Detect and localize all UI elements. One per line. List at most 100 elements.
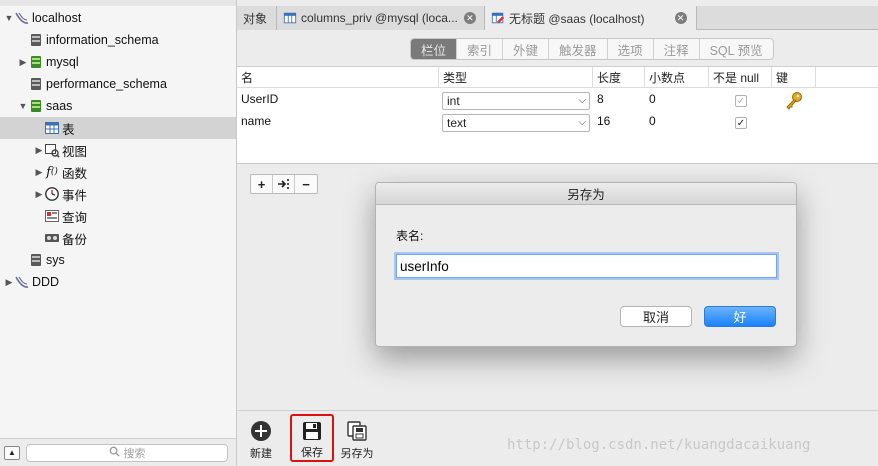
sidebar-footer: ▲ 搜索	[0, 438, 236, 466]
sidebar-item-label: 函数	[62, 166, 88, 181]
sidebar-item-label: DDD	[32, 275, 60, 289]
field-length-cell[interactable]: 16	[597, 114, 610, 128]
view-icon	[44, 142, 60, 158]
save-label: 保存	[301, 447, 323, 459]
field-name-cell[interactable]: UserID	[241, 92, 278, 106]
table-icon	[283, 11, 297, 25]
not-null-checkbox[interactable]: ✓	[735, 117, 747, 129]
sidebar-item-label: 备份	[62, 232, 88, 247]
column-header-name[interactable]: 名	[237, 67, 439, 87]
database-icon	[28, 32, 44, 48]
column-header-type[interactable]: 类型	[439, 67, 593, 87]
close-tab-icon[interactable]: ✕	[463, 12, 476, 24]
sidebar-top-strip	[0, 0, 236, 6]
tab-label: 无标题 @saas (localhost)	[509, 11, 645, 26]
database-icon	[28, 76, 44, 92]
tab-objects[interactable]: 对象	[237, 6, 277, 30]
primary-key-icon[interactable]	[784, 90, 804, 113]
sidebar-item-label: information_schema	[46, 33, 159, 47]
sidebar-item-saas[interactable]: ▼ saas	[0, 95, 236, 117]
save-as-icon	[345, 419, 369, 443]
server-icon	[14, 10, 30, 26]
collapsed-triangle-icon[interactable]: ▶	[34, 145, 44, 156]
sidebar-item-mysql[interactable]: ▶ mysql	[0, 51, 236, 73]
sidebar-item-label: sys	[46, 253, 65, 267]
server-icon	[14, 274, 30, 290]
bottom-toolbar: 新建 保存 另存为 http://blog.csdn.net/kuangdaca…	[237, 410, 878, 466]
new-label: 新建	[250, 448, 272, 460]
sidebar-item-tables[interactable]: 表	[0, 117, 236, 139]
field-name-cell[interactable]: name	[241, 114, 271, 128]
search-placeholder: 搜索	[123, 447, 146, 460]
tab-label: 对象	[243, 11, 268, 26]
watermark-text: http://blog.csdn.net/kuangdacaikuang	[507, 437, 811, 453]
tab-label: columns_priv @mysql (loca...	[301, 11, 458, 25]
column-header-decimals[interactable]: 小数点	[645, 67, 709, 87]
cancel-button[interactable]: 取消	[620, 306, 692, 327]
close-tab-icon[interactable]: ✕	[674, 12, 687, 24]
segment-foreign-keys[interactable]: 外键	[503, 39, 550, 59]
sidebar-item-sys[interactable]: sys	[0, 249, 236, 271]
tab-columns-priv[interactable]: columns_priv @mysql (loca... ✕	[277, 6, 485, 30]
save-as-dialog: 另存为 表名: 取消 好	[375, 182, 797, 347]
sidebar-item-performance-schema[interactable]: performance_schema	[0, 73, 236, 95]
expanded-triangle-icon[interactable]: ▼	[18, 101, 28, 111]
sidebar-search-input[interactable]: 搜索	[26, 443, 228, 462]
database-icon	[28, 54, 44, 70]
table-edit-icon	[491, 11, 505, 25]
sidebar-item-label: 表	[62, 122, 75, 137]
field-type-select[interactable]: text ⌵	[442, 114, 590, 132]
sidebar-item-ddd[interactable]: ▶ DDD	[0, 271, 236, 293]
sidebar-item-label: performance_schema	[46, 77, 167, 91]
segment-options[interactable]: 选项	[608, 39, 654, 59]
save-as-label: 另存为	[340, 448, 374, 460]
segment-fields[interactable]: 栏位	[411, 39, 458, 59]
segment-comment[interactable]: 注释	[654, 39, 700, 59]
tab-untitled-saas[interactable]: 无标题 @saas (localhost) ✕	[485, 6, 697, 30]
backup-icon	[44, 230, 60, 246]
sidebar-item-backups[interactable]: 备份	[0, 227, 236, 249]
sidebar-item-information-schema[interactable]: information_schema	[0, 29, 236, 51]
sidebar-item-queries[interactable]: 查询	[0, 205, 236, 227]
field-decimals-cell[interactable]: 0	[649, 92, 656, 106]
field-type-value: int	[447, 94, 460, 108]
column-header-length[interactable]: 长度	[593, 67, 645, 87]
save-button[interactable]: 保存	[290, 414, 334, 462]
sidebar-item-events[interactable]: ▶ 事件	[0, 183, 236, 205]
new-button[interactable]: 新建	[239, 415, 283, 463]
sidebar-item-views[interactable]: ▶ 视图	[0, 139, 236, 161]
chevron-down-icon: ⌵	[578, 117, 586, 128]
column-header-key[interactable]: 键	[772, 67, 816, 87]
plus-circle-icon	[249, 419, 273, 443]
field-type-select[interactable]: int ⌵	[442, 92, 590, 110]
sidebar-item-functions[interactable]: ▶ f() 函数	[0, 161, 236, 183]
sidebar-item-label: localhost	[32, 11, 82, 25]
table-icon	[44, 120, 60, 136]
remove-field-button[interactable]: −	[295, 175, 317, 193]
segment-indexes[interactable]: 索引	[457, 39, 504, 59]
sidebar-item-localhost[interactable]: ▼ localhost	[0, 7, 236, 29]
sidebar-item-label: 事件	[62, 188, 88, 203]
field-actions: + −	[250, 174, 318, 194]
table-name-input[interactable]	[396, 254, 777, 278]
designer-segments: 栏位 索引 外键 触发器 选项 注释 SQL 预览	[410, 38, 774, 60]
designer-segment-bar: 栏位 索引 外键 触发器 选项 注释 SQL 预览	[237, 31, 878, 66]
database-icon	[28, 98, 44, 114]
collapsed-triangle-icon[interactable]: ▶	[34, 167, 44, 178]
not-null-checkbox[interactable]: ✓	[735, 95, 747, 107]
collapsed-triangle-icon[interactable]: ▶	[4, 277, 14, 288]
ok-button[interactable]: 好	[704, 306, 776, 327]
column-header-not-null[interactable]: 不是 null	[709, 67, 772, 87]
toggle-panel-button[interactable]: ▲	[4, 445, 20, 460]
tab-bar: 对象 columns_priv @mysql (loca... ✕ 无标题 @s…	[237, 6, 878, 30]
add-field-button[interactable]: +	[251, 175, 273, 193]
collapsed-triangle-icon[interactable]: ▶	[34, 189, 44, 200]
field-decimals-cell[interactable]: 0	[649, 114, 656, 128]
segment-sql-preview[interactable]: SQL 预览	[700, 39, 773, 59]
segment-triggers[interactable]: 触发器	[549, 39, 608, 59]
expanded-triangle-icon[interactable]: ▼	[4, 13, 14, 23]
field-length-cell[interactable]: 8	[597, 92, 604, 106]
save-as-button[interactable]: 另存为	[335, 415, 379, 463]
collapsed-triangle-icon[interactable]: ▶	[18, 57, 28, 68]
insert-field-button[interactable]	[273, 175, 295, 193]
